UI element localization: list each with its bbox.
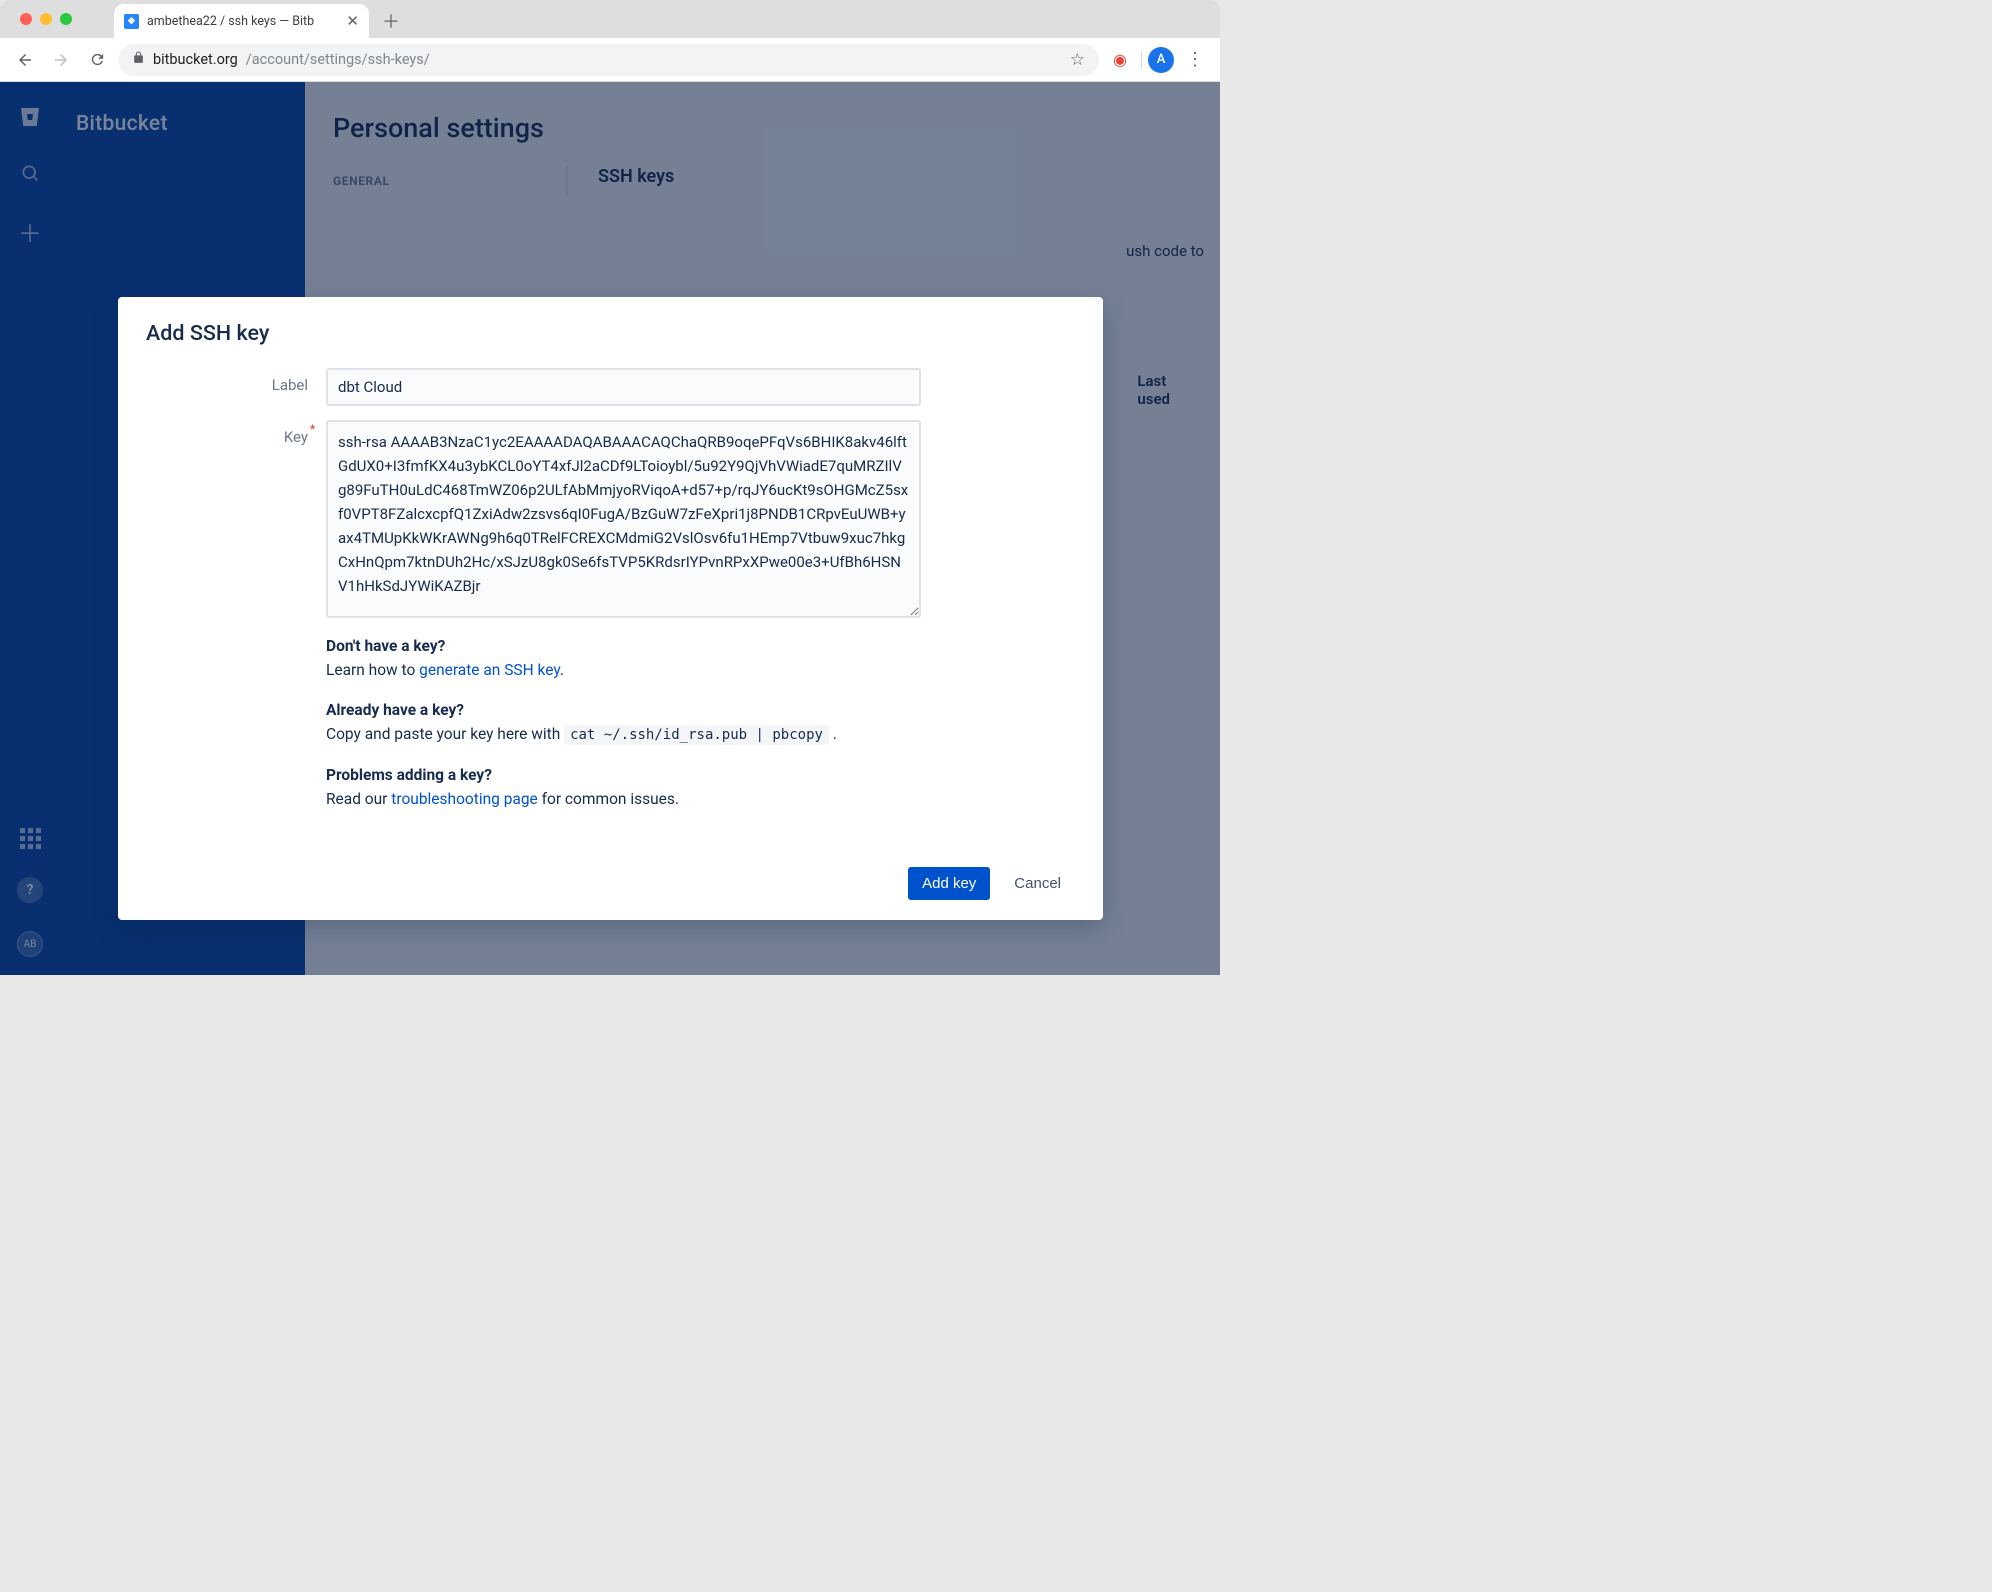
add-ssh-key-dialog: Add SSH key Label Key ssh-rsa AAAAB3NzaC…	[118, 297, 1103, 920]
nav-reload-button[interactable]	[82, 45, 112, 75]
dialog-title: Add SSH key	[146, 321, 1075, 346]
browser-toolbar: bitbucket.org/account/settings/ssh-keys/…	[0, 38, 1220, 82]
browser-tab[interactable]: ◆ ambethea22 / ssh keys — Bitb ✕	[114, 4, 369, 38]
window-titlebar: ◆ ambethea22 / ssh keys — Bitb ✕ ＋	[0, 0, 1220, 38]
help-nokey-heading: Don't have a key?	[326, 637, 445, 655]
help-havekey-command: cat ~/.ssh/id_rsa.pub | pbcopy	[564, 725, 829, 745]
help-havekey-text-suffix: .	[829, 725, 837, 743]
help-nokey-suffix: .	[560, 661, 564, 679]
address-bar[interactable]: bitbucket.org/account/settings/ssh-keys/…	[118, 44, 1099, 76]
help-havekey-text-prefix: Copy and paste your key here with	[326, 725, 564, 743]
troubleshooting-link[interactable]: troubleshooting page	[391, 790, 537, 808]
help-problems-suffix: for common issues.	[538, 790, 679, 808]
nav-forward-button[interactable]	[46, 45, 76, 75]
tab-title: ambethea22 / ssh keys — Bitb	[147, 14, 338, 29]
nav-back-button[interactable]	[10, 45, 40, 75]
generate-ssh-key-link[interactable]: generate an SSH key	[419, 661, 560, 679]
help-problems-prefix: Read our	[326, 790, 391, 808]
key-textarea[interactable]: ssh-rsa AAAAB3NzaC1yc2EAAAADAQABAAACAQCh…	[326, 420, 921, 618]
browser-menu-button[interactable]: ⋮	[1180, 45, 1210, 75]
window-close-icon[interactable]	[20, 13, 32, 25]
label-input[interactable]	[326, 368, 921, 406]
window-minimize-icon[interactable]	[40, 13, 52, 25]
tab-close-icon[interactable]: ✕	[346, 12, 359, 30]
new-tab-button[interactable]: ＋	[377, 7, 405, 35]
url-host: bitbucket.org	[153, 51, 238, 68]
lock-icon	[132, 51, 145, 68]
bookmark-star-icon[interactable]: ☆	[1070, 50, 1085, 70]
window-controls	[12, 0, 78, 38]
cancel-button[interactable]: Cancel	[1000, 867, 1075, 900]
window-zoom-icon[interactable]	[60, 13, 72, 25]
extension-icon[interactable]: ◉	[1105, 45, 1135, 75]
app-root: ＋ ? AB Bitbucket Personal settings GENER…	[0, 82, 1220, 975]
bitbucket-favicon-icon: ◆	[124, 14, 139, 29]
help-havekey-heading: Already have a key?	[326, 701, 464, 719]
key-field-label: Key	[146, 420, 326, 446]
toolbar-divider	[1141, 50, 1142, 70]
profile-avatar[interactable]: A	[1148, 47, 1174, 73]
help-nokey-prefix: Learn how to	[326, 661, 419, 679]
add-key-button[interactable]: Add key	[908, 867, 990, 900]
help-problems-heading: Problems adding a key?	[326, 766, 492, 784]
label-field-label: Label	[146, 368, 326, 394]
url-path: /account/settings/ssh-keys/	[246, 51, 430, 68]
